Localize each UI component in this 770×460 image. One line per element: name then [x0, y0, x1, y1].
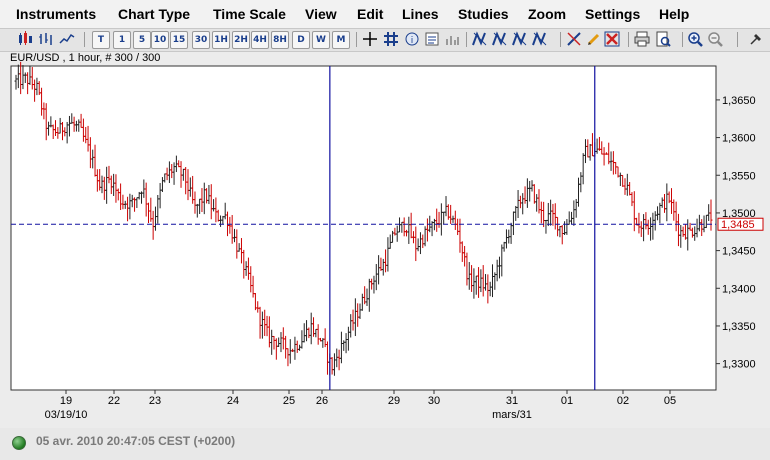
status-bar: 05 avr. 2010 20:47:05 CEST (+0200)	[0, 428, 770, 460]
x-tick-label: 31	[506, 395, 518, 407]
connection-status-icon	[12, 436, 26, 450]
y-tick-label: 1,3300	[722, 359, 756, 371]
x-subtick-label: 03/19/10	[45, 409, 88, 421]
current-price-label: 1,3485	[721, 219, 755, 231]
price-chart[interactable]: 1,36501,36001,35501,35001,34501,34001,33…	[0, 0, 770, 428]
x-subtick-label: mars/31	[492, 409, 532, 421]
y-tick-label: 1,3350	[722, 321, 756, 333]
y-tick-label: 1,3450	[722, 246, 756, 258]
x-tick-label: 19	[60, 395, 72, 407]
x-tick-label: 26	[316, 395, 328, 407]
x-tick-label: 02	[617, 395, 629, 407]
x-tick-label: 30	[428, 395, 440, 407]
y-tick-label: 1,3400	[722, 283, 756, 295]
y-tick-label: 1,3650	[722, 95, 756, 107]
y-tick-label: 1,3550	[722, 170, 756, 182]
plot-area[interactable]	[10, 65, 717, 391]
x-tick-label: 29	[388, 395, 400, 407]
y-tick-label: 1,3600	[722, 133, 756, 145]
x-tick-label: 22	[108, 395, 120, 407]
x-tick-label: 01	[561, 395, 573, 407]
x-tick-label: 25	[283, 395, 295, 407]
x-tick-label: 23	[149, 395, 161, 407]
x-tick-label: 24	[227, 395, 239, 407]
x-tick-label: 05	[664, 395, 676, 407]
status-timestamp: 05 avr. 2010 20:47:05 CEST (+0200)	[36, 434, 236, 448]
